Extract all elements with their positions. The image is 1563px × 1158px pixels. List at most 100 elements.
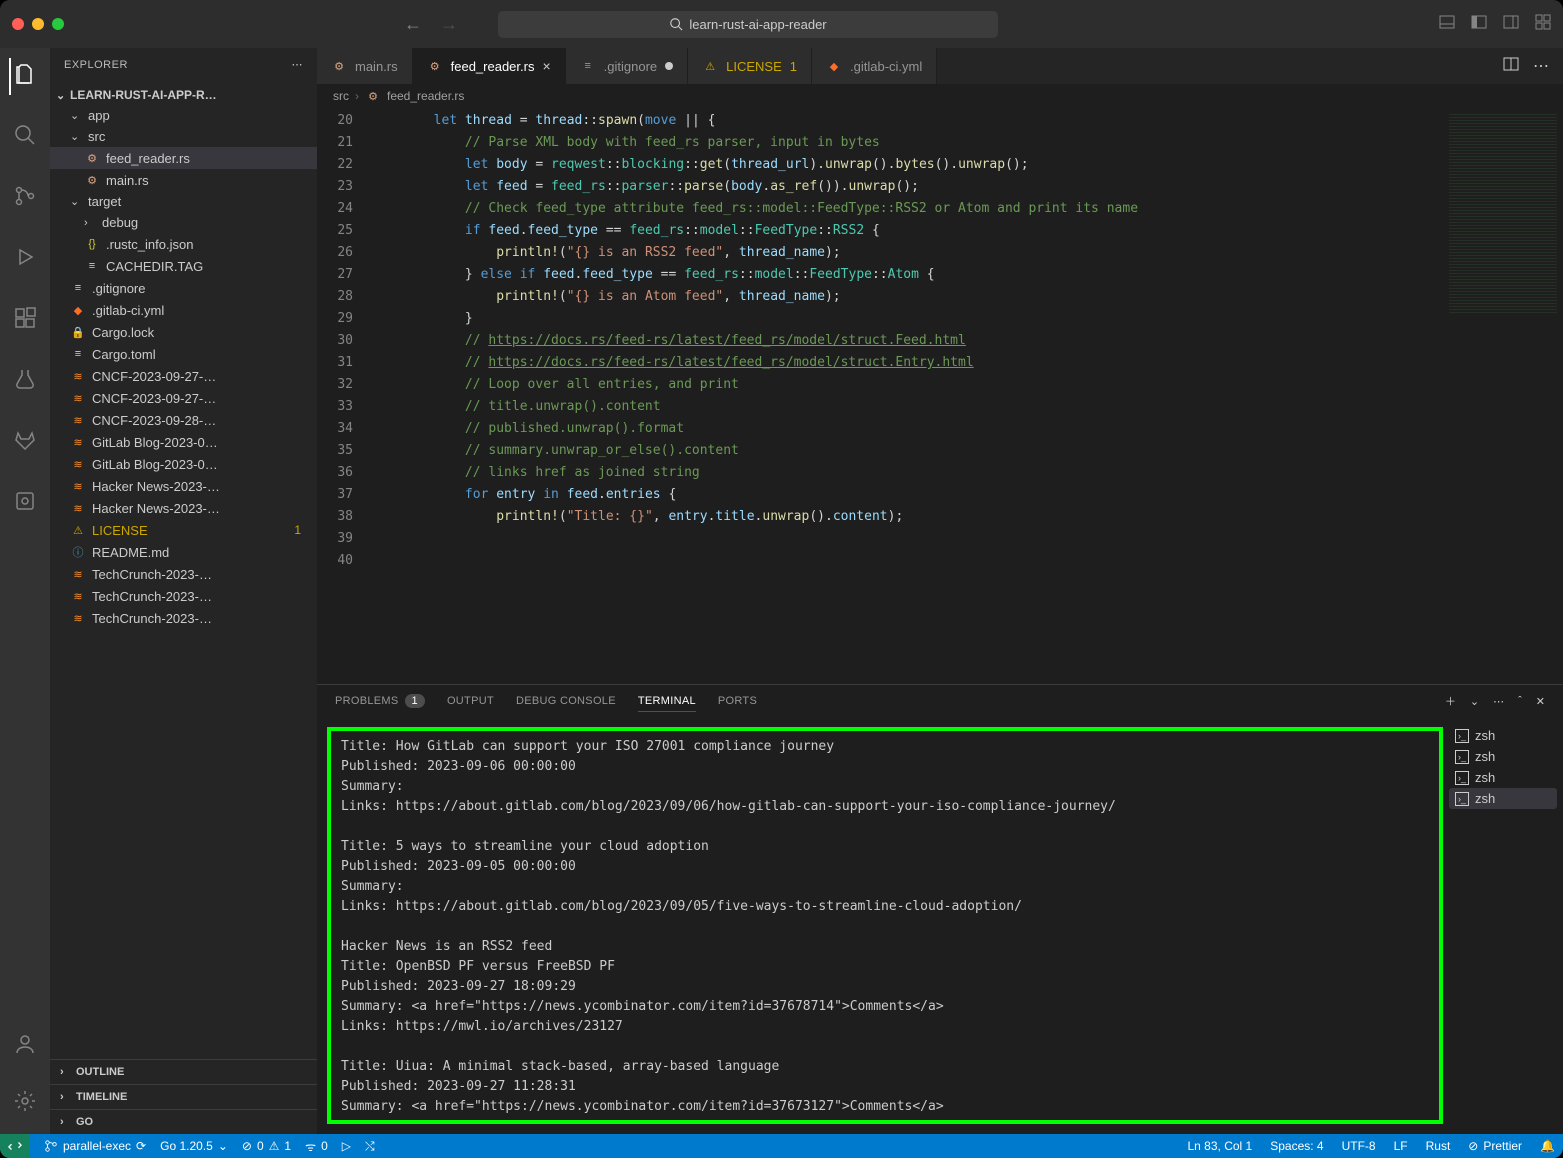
layout-panel-icon[interactable] bbox=[1439, 14, 1455, 35]
search-text: learn-rust-ai-app-reader bbox=[689, 17, 826, 32]
search-icon[interactable] bbox=[9, 119, 41, 156]
file-item[interactable]: ⚙main.rs bbox=[50, 169, 317, 191]
go-section[interactable]: ›GO bbox=[50, 1109, 317, 1134]
git-branch[interactable]: parallel-exec⟳ bbox=[44, 1139, 146, 1153]
editor-tab[interactable]: ◆.gitlab-ci.yml bbox=[812, 48, 937, 84]
rust-icon: ⚙ bbox=[365, 88, 381, 104]
code-editor[interactable]: let thread = thread::spawn(move || { // … bbox=[371, 108, 1443, 684]
file-item[interactable]: ≋GitLab Blog-2023-0… bbox=[50, 431, 317, 453]
notifications-icon[interactable]: 🔔 bbox=[1540, 1139, 1555, 1153]
indentation[interactable]: Spaces: 4 bbox=[1270, 1139, 1323, 1153]
debug-console-tab[interactable]: DEBUG CONSOLE bbox=[516, 691, 616, 711]
folder-item[interactable]: ⌄src bbox=[50, 126, 317, 147]
source-control-icon[interactable] bbox=[9, 180, 41, 217]
folder-item[interactable]: ⌄app bbox=[50, 105, 317, 126]
settings-gear-icon[interactable] bbox=[9, 485, 41, 522]
sidebar-title: EXPLORER bbox=[64, 59, 128, 71]
file-item[interactable]: ◆.gitlab-ci.yml bbox=[50, 299, 317, 321]
editor-tab[interactable]: ⚙main.rs bbox=[317, 48, 413, 84]
breadcrumb-item[interactable]: src bbox=[333, 89, 349, 103]
terminal-list: ›_zsh›_zsh›_zsh›_zsh bbox=[1443, 717, 1563, 1134]
terminal-instance[interactable]: ›_zsh bbox=[1449, 746, 1557, 767]
file-item[interactable]: ≡.gitignore bbox=[50, 277, 317, 299]
maximize-window[interactable] bbox=[52, 18, 64, 30]
ports-tab[interactable]: PORTS bbox=[718, 691, 757, 711]
file-item[interactable]: {}.rustc_info.json bbox=[50, 233, 317, 255]
explorer-icon[interactable] bbox=[9, 58, 41, 95]
extensions-icon[interactable] bbox=[9, 302, 41, 339]
output-tab[interactable]: OUTPUT bbox=[447, 691, 494, 711]
close-window[interactable] bbox=[12, 18, 24, 30]
maximize-panel-icon[interactable]: ˆ bbox=[1518, 695, 1522, 707]
terminal-instance[interactable]: ›_zsh bbox=[1449, 788, 1557, 809]
prettier-status[interactable]: ⊘Prettier bbox=[1468, 1139, 1522, 1153]
minimap[interactable] bbox=[1443, 108, 1563, 684]
file-item[interactable]: ≋Hacker News-2023-… bbox=[50, 497, 317, 519]
terminal-dropdown-icon[interactable]: ⌄ bbox=[1470, 695, 1479, 708]
manage-gear-icon[interactable] bbox=[9, 1085, 41, 1122]
problems-tab[interactable]: PROBLEMS1 bbox=[335, 690, 425, 712]
file-item[interactable]: ⚙feed_reader.rs bbox=[50, 147, 317, 169]
layout-sidebar-right-icon[interactable] bbox=[1503, 14, 1519, 35]
split-editor-icon[interactable] bbox=[1503, 56, 1519, 77]
breadcrumb-item[interactable]: feed_reader.rs bbox=[387, 89, 464, 103]
layout-customize-icon[interactable] bbox=[1535, 14, 1551, 35]
workspace-name: LEARN-RUST-AI-APP-R… bbox=[70, 88, 217, 102]
terminal-instance[interactable]: ›_zsh bbox=[1449, 725, 1557, 746]
outline-section[interactable]: ›OUTLINE bbox=[50, 1059, 317, 1084]
problems-status[interactable]: ⊘0⚠1 bbox=[242, 1139, 291, 1153]
sidebar-more-icon[interactable]: ⋯ bbox=[292, 58, 304, 71]
file-item[interactable]: ≡Cargo.toml bbox=[50, 343, 317, 365]
terminal-instance[interactable]: ›_zsh bbox=[1449, 767, 1557, 788]
file-item[interactable]: ≋Hacker News-2023-… bbox=[50, 475, 317, 497]
file-item[interactable]: ⚠LICENSE1 bbox=[50, 519, 317, 541]
workspace-root[interactable]: ⌄LEARN-RUST-AI-APP-R… bbox=[50, 85, 317, 105]
status-bar: parallel-exec⟳ Go 1.20.5⌄ ⊘0⚠1 ᯤ0 ▷ ⤭ Ln… bbox=[0, 1134, 1563, 1158]
editor-tab[interactable]: ≡.gitignore bbox=[566, 48, 688, 84]
folder-item[interactable]: ⌄target bbox=[50, 191, 317, 212]
gitlab-icon[interactable] bbox=[9, 424, 41, 461]
file-item[interactable]: ≋CNCF-2023-09-27-… bbox=[50, 365, 317, 387]
new-terminal-icon[interactable]: ＋ bbox=[1445, 693, 1456, 709]
editor-more-icon[interactable]: ⋯ bbox=[1533, 56, 1549, 76]
file-item[interactable]: ≡CACHEDIR.TAG bbox=[50, 255, 317, 277]
cursor-position[interactable]: Ln 83, Col 1 bbox=[1188, 1139, 1253, 1153]
titlebar: ← → learn-rust-ai-app-reader bbox=[0, 0, 1563, 48]
testing-icon[interactable] bbox=[9, 363, 41, 400]
editor-tab[interactable]: ⚙feed_reader.rs× bbox=[413, 48, 566, 84]
accounts-icon[interactable] bbox=[9, 1028, 41, 1065]
layout-sidebar-icon[interactable] bbox=[1471, 14, 1487, 35]
debug-start-icon[interactable]: ▷ bbox=[342, 1139, 351, 1153]
editor-tab[interactable]: ⚠LICENSE1 bbox=[688, 48, 812, 84]
panel-more-icon[interactable]: ⋯ bbox=[1493, 695, 1504, 708]
command-center[interactable]: learn-rust-ai-app-reader bbox=[498, 11, 998, 38]
file-item[interactable]: ⓘREADME.md bbox=[50, 541, 317, 563]
nav-back-icon[interactable]: ← bbox=[404, 14, 422, 35]
remote-indicator[interactable] bbox=[0, 1134, 30, 1158]
folder-item[interactable]: ›debug bbox=[50, 212, 317, 233]
live-share-icon[interactable]: ⤭ bbox=[365, 1139, 375, 1154]
close-tab-icon[interactable]: × bbox=[542, 58, 550, 74]
go-version[interactable]: Go 1.20.5⌄ bbox=[160, 1139, 228, 1153]
file-item[interactable]: ≋TechCrunch-2023-… bbox=[50, 585, 317, 607]
file-item[interactable]: ≋GitLab Blog-2023-0… bbox=[50, 453, 317, 475]
timeline-section[interactable]: ›TIMELINE bbox=[50, 1084, 317, 1109]
radio-status[interactable]: ᯤ0 bbox=[305, 1138, 328, 1155]
file-item[interactable]: ≋TechCrunch-2023-… bbox=[50, 563, 317, 585]
line-gutter: 2021222324252627282930313233343536373839… bbox=[317, 108, 371, 684]
minimize-window[interactable] bbox=[32, 18, 44, 30]
run-debug-icon[interactable] bbox=[9, 241, 41, 278]
file-item[interactable]: ≋TechCrunch-2023-… bbox=[50, 607, 317, 629]
nav-forward-icon[interactable]: → bbox=[440, 14, 458, 35]
terminal-output[interactable]: Title: How GitLab can support your ISO 2… bbox=[327, 727, 1443, 1124]
file-item[interactable]: 🔒Cargo.lock bbox=[50, 321, 317, 343]
file-item[interactable]: ≋CNCF-2023-09-28-… bbox=[50, 409, 317, 431]
eol[interactable]: LF bbox=[1394, 1139, 1408, 1153]
file-item[interactable]: ≋CNCF-2023-09-27-… bbox=[50, 387, 317, 409]
modified-indicator bbox=[665, 62, 673, 70]
close-panel-icon[interactable]: ✕ bbox=[1536, 695, 1545, 708]
encoding[interactable]: UTF-8 bbox=[1342, 1139, 1376, 1153]
terminal-tab[interactable]: TERMINAL bbox=[638, 691, 696, 712]
breadcrumb[interactable]: src › ⚙ feed_reader.rs bbox=[317, 84, 1563, 108]
language-mode[interactable]: Rust bbox=[1426, 1139, 1451, 1153]
